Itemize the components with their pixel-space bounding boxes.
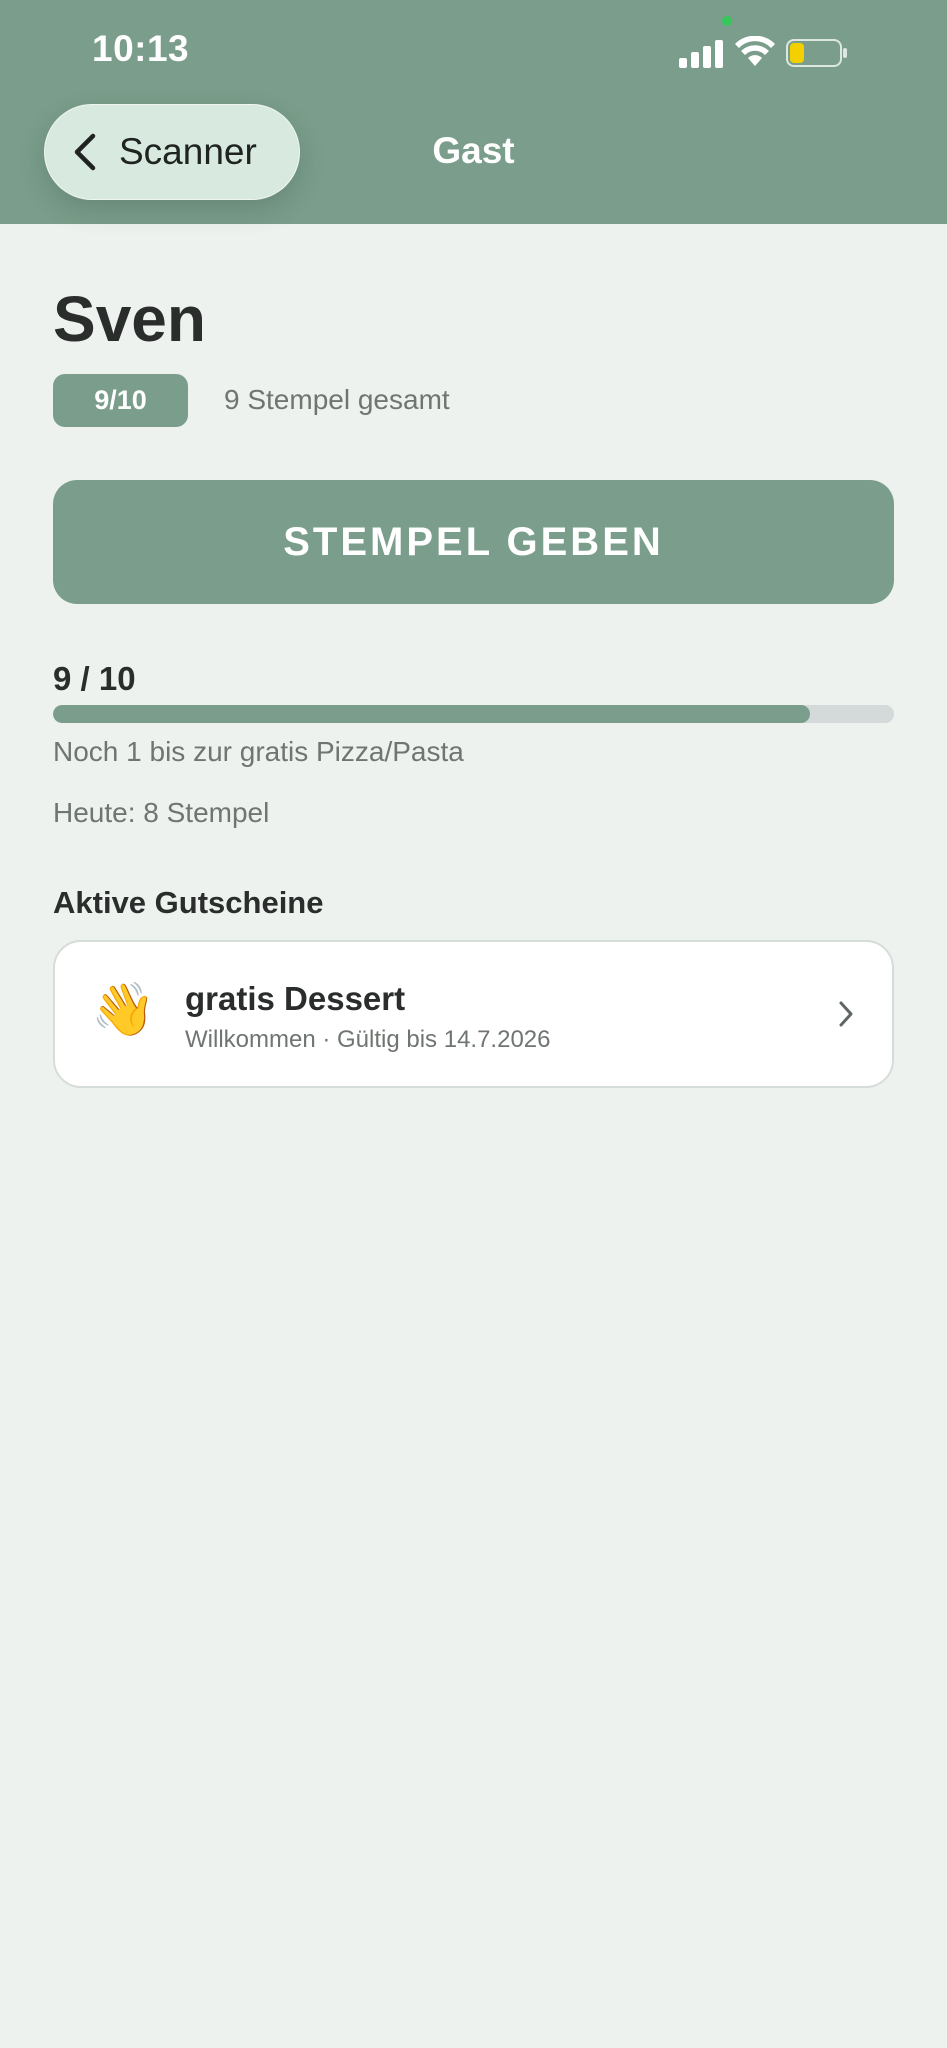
progress-bar: [53, 705, 894, 723]
progress-note: Noch 1 bis zur gratis Pizza/Pasta: [53, 736, 464, 767]
voucher-meta: Willkommen · Gültig bis 14.7.2026: [185, 1026, 551, 1053]
voucher-title: gratis Dessert: [185, 980, 406, 1017]
total-stamps-text: 9 Stempel gesamt: [224, 384, 450, 415]
stamp-badge: 9/10: [53, 374, 188, 427]
active-vouchers-title: Aktive Gutscheine: [53, 885, 324, 920]
signal-icon: [679, 40, 723, 68]
guest-name: Sven: [53, 283, 206, 355]
status-time: 10:13: [92, 28, 190, 69]
chevron-right-icon: [839, 1001, 853, 1027]
battery-icon: [786, 39, 847, 67]
app-header: 10:13 Scanner Gast: [0, 0, 947, 224]
progress-count: 9 / 10: [53, 660, 136, 697]
privacy-indicator: [722, 16, 732, 26]
today-stamps: Heute: 8 Stempel: [53, 797, 270, 828]
voucher-card[interactable]: 👋 gratis Dessert Willkommen · Gültig bis…: [53, 940, 894, 1088]
page-title: Gast: [432, 130, 515, 171]
wifi-icon: [735, 36, 775, 66]
progress-bar-fill: [53, 705, 810, 723]
give-stamp-button[interactable]: STEMPEL GEBEN: [53, 480, 894, 604]
waving-hand-icon: 👋: [91, 981, 156, 1039]
